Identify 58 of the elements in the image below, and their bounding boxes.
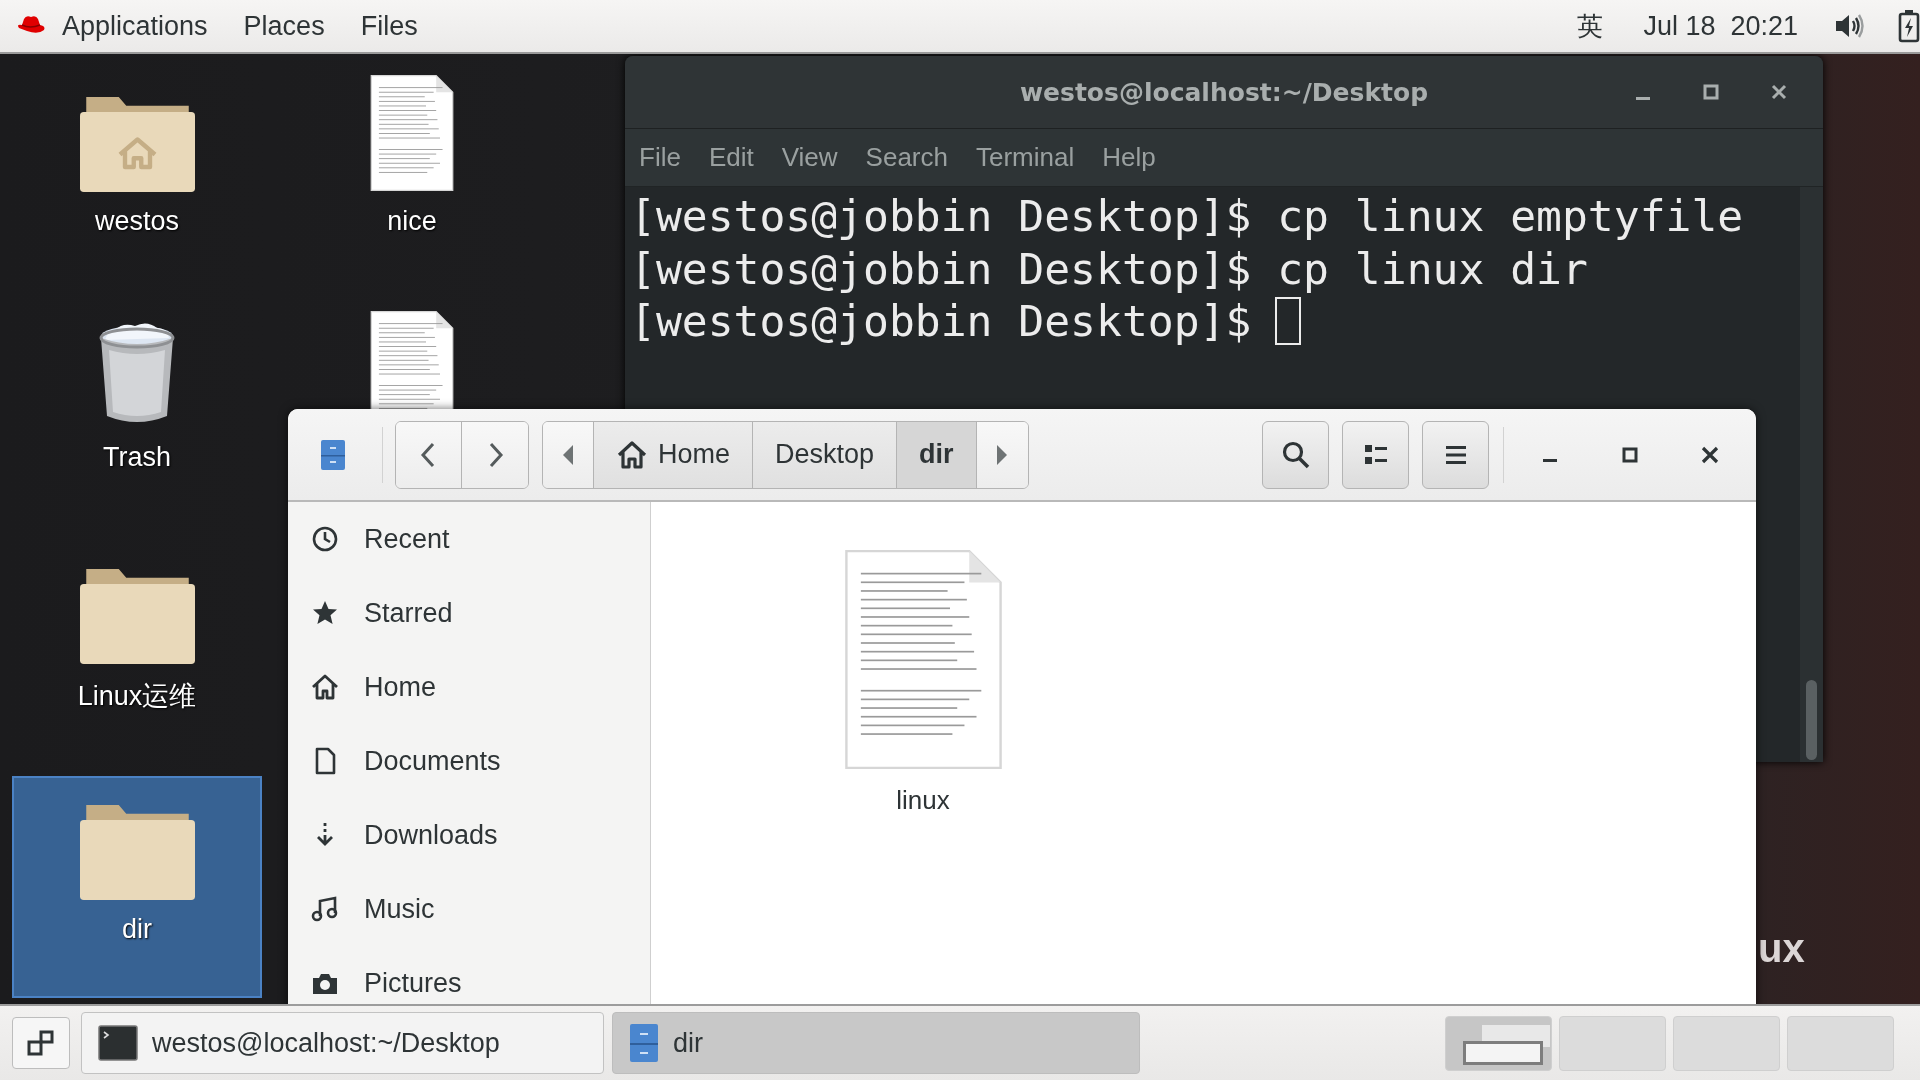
home-icon [310, 672, 340, 702]
volume-icon[interactable] [1834, 12, 1864, 40]
scroll-right-button[interactable] [976, 421, 1028, 488]
sidebar-item[interactable]: Home [364, 671, 437, 703]
view-toggle-button[interactable] [1342, 420, 1409, 489]
file-name[interactable]: linux [896, 785, 950, 816]
sidebar-item[interactable]: Recent [364, 523, 450, 555]
document-icon [370, 74, 454, 192]
icon-label[interactable]: westos [94, 206, 179, 237]
menu-item[interactable]: Places [243, 10, 325, 42]
window-title: westos@localhost:~/Desktop [1019, 77, 1429, 107]
input-method-indicator[interactable]: 英 [1577, 8, 1604, 44]
menu-item[interactable]: File [639, 142, 681, 173]
file-cabinet-icon [320, 438, 346, 471]
workspace-button[interactable] [1445, 1015, 1552, 1071]
menu-item[interactable]: Files [360, 10, 418, 42]
window-button[interactable]: westos@localhost:~/Desktop [81, 1012, 604, 1074]
sidebar-item[interactable]: Music [364, 893, 435, 925]
sidebar-item[interactable]: Pictures [364, 967, 462, 999]
terminal-line: [westos@jobbin Desktop]$ cp linux emptyfile [630, 190, 1744, 243]
document-icon [843, 548, 1003, 771]
sidebar-item[interactable]: Documents [364, 745, 501, 777]
menu-item[interactable]: Terminal [976, 142, 1075, 173]
file-cabinet-icon [629, 1023, 659, 1063]
window-button[interactable]: dir [612, 1012, 1140, 1074]
scroll-left-button[interactable] [543, 421, 594, 488]
battery-icon[interactable] [1898, 9, 1920, 43]
show-desktop-button[interactable] [12, 1017, 70, 1069]
path-button[interactable]: dir [897, 421, 977, 488]
windows-icon [27, 1029, 55, 1057]
search-icon [1280, 439, 1311, 470]
path-button[interactable]: Home [594, 421, 754, 488]
terminal-icon [98, 1025, 138, 1061]
menu-item[interactable]: View [781, 142, 838, 173]
menu-button[interactable] [1422, 420, 1489, 489]
terminal-line: [westos@jobbin Desktop]$ [630, 295, 1252, 348]
menu-item[interactable]: Help [1102, 142, 1156, 173]
icon-label[interactable]: Trash [103, 442, 171, 473]
triangle-right-icon [996, 443, 1009, 466]
clock-icon [310, 524, 340, 554]
icon-label[interactable]: Linux运维 [77, 678, 197, 714]
music-note-icon [310, 894, 340, 924]
menu-item[interactable]: Edit [708, 142, 754, 173]
sidebar-item[interactable]: Downloads [364, 819, 498, 851]
icon-label[interactable]: dir [122, 914, 152, 945]
home-icon [616, 439, 648, 470]
sidebar-item[interactable]: Starred [364, 597, 453, 629]
menu-item[interactable]: Search [865, 142, 948, 173]
clock[interactable]: Jul 18 20:21 [1643, 10, 1798, 42]
list-view-icon [1362, 443, 1389, 466]
triangle-left-icon [562, 443, 574, 466]
scrollbar[interactable] [1800, 187, 1823, 762]
terminal-line: [westos@jobbin Desktop]$ cp linux dir [630, 242, 1588, 295]
search-button[interactable] [1262, 420, 1329, 489]
wallpaper-text: ux [1758, 926, 1805, 971]
icon-label[interactable]: nice [387, 206, 437, 237]
path-button[interactable]: Desktop [753, 421, 898, 488]
menu-item[interactable]: Applications [62, 10, 208, 42]
